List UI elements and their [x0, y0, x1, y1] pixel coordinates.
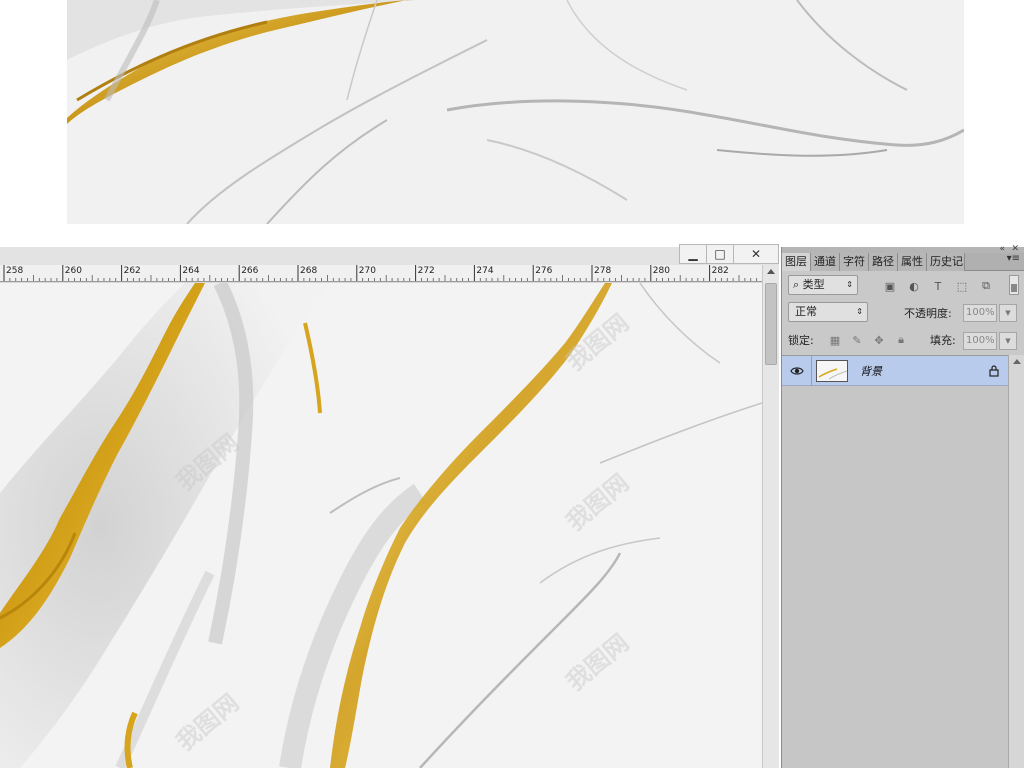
window-controls: ▁ □ ✕	[679, 244, 779, 264]
select-caret-icon: ⇕	[856, 307, 863, 316]
lock-row: 锁定: ▦ ✎ ✥ 🔒︎ 填充: 100% ▼	[782, 329, 1024, 353]
smart-object-filter-icon[interactable]: ⧉	[974, 278, 998, 294]
ruler-label: 258	[6, 266, 24, 276]
scroll-up-arrow-icon[interactable]	[767, 269, 775, 274]
preview-image	[67, 0, 964, 224]
document-canvas[interactable]: 我图网 我图网 我图网 我图网 我图网	[0, 283, 762, 768]
opacity-dropdown-arrow-icon[interactable]: ▼	[999, 304, 1017, 322]
lock-all-icon[interactable]: 🔒︎	[890, 331, 912, 349]
search-icon: ⌕	[793, 278, 803, 291]
layer-thumbnail-graphic	[817, 360, 847, 381]
ruler-label: 262	[123, 266, 141, 276]
blend-mode-select[interactable]: 正常 ⇕	[788, 302, 868, 322]
ruler-label: 270	[358, 266, 376, 276]
fill-dropdown-arrow-icon[interactable]: ▼	[999, 332, 1017, 350]
ruler-label: 276	[535, 266, 553, 276]
lock-transparent-pixels-icon[interactable]: ▦	[824, 331, 846, 349]
select-caret-icon: ⇕	[846, 280, 853, 289]
tab-channels[interactable]: 通道	[811, 253, 840, 271]
layers-list: 背景	[782, 355, 1008, 768]
photoshop-workspace: ▁ □ ✕ 258 260 262 264 266 268 270 272 274 276 278 2…	[0, 244, 1024, 768]
lock-position-icon[interactable]: ✥	[868, 331, 890, 349]
shape-layer-filter-icon[interactable]: ⬚	[950, 278, 974, 294]
scrollbar-thumb[interactable]	[765, 283, 777, 365]
fill-label: 填充:	[930, 334, 956, 347]
vertical-scrollbar[interactable]	[762, 265, 779, 768]
filter-kind-select[interactable]: ⌕ 类型 ⇕	[788, 275, 858, 295]
ruler-label: 260	[64, 266, 82, 276]
layer-filter-row: ⌕ 类型 ⇕ ▣ ◐ T ⬚ ⧉	[782, 272, 1024, 299]
blend-row: 正常 ⇕ 不透明度: 100% ▼	[782, 301, 1024, 325]
fill-field[interactable]: 100%	[963, 332, 997, 350]
close-icon: ✕	[750, 247, 762, 261]
panel-menu-icon[interactable]: ▾≡	[1007, 253, 1020, 264]
document-window: ▁ □ ✕ 258 260 262 264 266 268 270 272 274 276 278 2…	[0, 244, 779, 768]
ruler-ticks	[3, 265, 758, 281]
adjustment-layer-filter-icon[interactable]: ◐	[902, 278, 926, 294]
marble-canvas-graphic	[0, 283, 762, 768]
filter-kind-label: 类型	[802, 278, 825, 291]
ruler-label: 280	[652, 266, 670, 276]
ruler-label: 274	[476, 266, 494, 276]
pixel-layer-filter-icon[interactable]: ▣	[878, 278, 902, 294]
ruler-label: 264	[182, 266, 200, 276]
tab-layers[interactable]: 图层	[782, 253, 811, 271]
ruler-label: 278	[594, 266, 612, 276]
tab-paths[interactable]: 路径	[869, 253, 898, 271]
layer-name[interactable]: 背景	[860, 363, 984, 379]
filter-toggle-switch[interactable]	[1009, 275, 1019, 295]
layer-lock-icon	[984, 364, 1004, 377]
document-titlebar: ▁ □ ✕	[0, 244, 779, 265]
ruler-label: 272	[417, 266, 435, 276]
close-button[interactable]: ✕	[733, 244, 779, 264]
layer-row[interactable]: 背景	[782, 355, 1008, 386]
tab-history[interactable]: 历史记	[927, 253, 965, 271]
horizontal-ruler[interactable]: 2582602622642662682702722742762782802822…	[0, 265, 762, 282]
eye-icon	[789, 366, 804, 375]
layer-thumbnail[interactable]	[816, 359, 848, 382]
layers-scrollbar[interactable]	[1008, 355, 1024, 768]
opacity-field[interactable]: 100%	[963, 304, 997, 322]
ruler-label: 268	[300, 266, 318, 276]
opacity-label: 不透明度:	[904, 307, 952, 320]
minimize-button[interactable]: ▁	[679, 244, 707, 264]
ruler-label: 282	[711, 266, 729, 276]
visibility-toggle[interactable]	[782, 355, 812, 386]
ruler-label: 266	[241, 266, 259, 276]
panel-tabs: 图层 通道 字符 路径 属性 历史记	[782, 253, 1024, 271]
type-layer-filter-icon[interactable]: T	[926, 278, 950, 294]
layers-panel: « ✕ 图层 通道 字符 路径 属性 历史记 ▾≡ ⌕ 类型 ⇕ ▣ ◐ T ⬚…	[781, 244, 1024, 768]
lock-image-pixels-icon[interactable]: ✎	[846, 331, 868, 349]
scroll-up-arrow-icon[interactable]	[1013, 359, 1021, 364]
minimize-icon: ▁	[688, 247, 698, 261]
marble-preview-graphic	[67, 0, 964, 224]
maximize-button[interactable]: □	[706, 244, 734, 264]
lock-icons: ▦ ✎ ✥ 🔒︎	[824, 331, 912, 349]
blend-mode-label: 正常	[795, 305, 817, 318]
tab-properties[interactable]: 属性	[898, 253, 927, 271]
tab-character[interactable]: 字符	[840, 253, 869, 271]
maximize-icon: □	[714, 247, 726, 261]
lock-label: 锁定:	[788, 334, 814, 347]
filter-icons: ▣ ◐ T ⬚ ⧉	[878, 278, 998, 294]
